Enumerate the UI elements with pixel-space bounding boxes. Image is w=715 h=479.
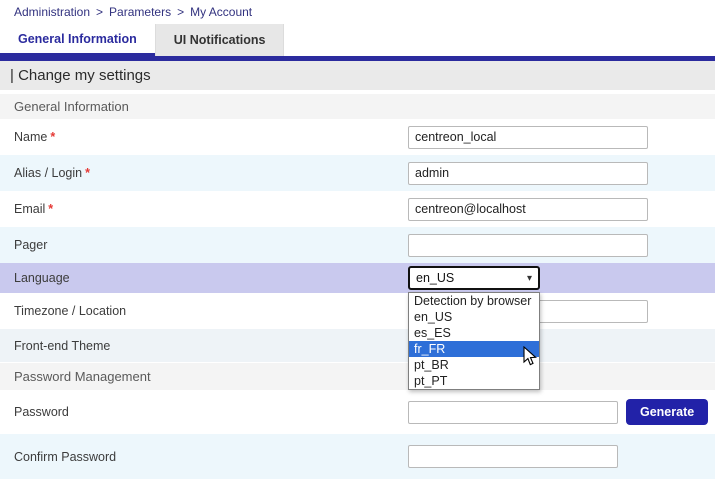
- chevron-down-icon: ▾: [527, 273, 532, 284]
- name-label: Name*: [14, 130, 408, 144]
- breadcrumb: Administration > Parameters > My Account: [0, 0, 715, 24]
- confirm-password-input[interactable]: [408, 445, 618, 468]
- pager-label: Pager: [14, 238, 408, 252]
- field-row-email: Email*: [0, 191, 715, 227]
- field-label-text: Email: [14, 202, 45, 216]
- page-title: | Change my settings: [0, 61, 715, 90]
- field-label-text: Timezone / Location: [14, 304, 126, 318]
- alias-input[interactable]: [408, 162, 648, 185]
- email-label: Email*: [14, 202, 408, 216]
- field-row-name: Name*: [0, 119, 715, 155]
- field-label-text: Language: [14, 271, 70, 285]
- field-label-text: Confirm Password: [14, 450, 116, 464]
- breadcrumb-administration[interactable]: Administration: [14, 5, 90, 19]
- language-select[interactable]: en_US ▾: [408, 266, 540, 290]
- mouse-cursor-icon: [523, 346, 538, 367]
- required-marker: *: [48, 202, 53, 216]
- field-row-timezone: Timezone / Location: [0, 293, 715, 329]
- breadcrumb-separator: >: [96, 5, 103, 19]
- password-input[interactable]: [408, 401, 618, 424]
- tab-ui-notifications[interactable]: UI Notifications: [155, 24, 285, 56]
- field-label-text: Front-end Theme: [14, 339, 110, 353]
- language-dropdown: Detection by browser en_US es_ES fr_FR p…: [408, 292, 540, 390]
- dropdown-option-en-us[interactable]: en_US: [409, 309, 539, 325]
- tab-general-information[interactable]: General Information: [0, 24, 155, 56]
- breadcrumb-separator: >: [177, 5, 184, 19]
- field-row-alias: Alias / Login*: [0, 155, 715, 191]
- password-label: Password: [14, 405, 408, 419]
- dropdown-option-pt-br[interactable]: pt_BR: [409, 357, 539, 373]
- confirm-password-label: Confirm Password: [14, 450, 408, 464]
- field-label-text: Name: [14, 130, 47, 144]
- theme-label: Front-end Theme: [14, 339, 408, 353]
- language-label: Language: [14, 271, 408, 285]
- required-marker: *: [85, 166, 90, 180]
- dropdown-option-es-es[interactable]: es_ES: [409, 325, 539, 341]
- dropdown-option-fr-fr[interactable]: fr_FR: [409, 341, 539, 357]
- required-marker: *: [50, 130, 55, 144]
- field-label-text: Alias / Login: [14, 166, 82, 180]
- email-input[interactable]: [408, 198, 648, 221]
- dropdown-option-detection[interactable]: Detection by browser: [409, 293, 539, 309]
- breadcrumb-my-account[interactable]: My Account: [190, 5, 252, 19]
- field-row-pager: Pager: [0, 227, 715, 263]
- field-row-confirm-password: Confirm Password: [0, 434, 715, 479]
- timezone-label: Timezone / Location: [14, 304, 408, 318]
- field-row-language: Language en_US ▾: [0, 263, 715, 293]
- alias-label: Alias / Login*: [14, 166, 408, 180]
- field-label-text: Pager: [14, 238, 47, 252]
- my-account-page: Administration > Parameters > My Account…: [0, 0, 715, 479]
- section-general-information: General Information: [0, 93, 715, 119]
- field-row-theme: Front-end Theme: [0, 329, 715, 362]
- dropdown-option-pt-pt[interactable]: pt_PT: [409, 373, 539, 389]
- breadcrumb-parameters[interactable]: Parameters: [109, 5, 171, 19]
- tab-bar: General Information UI Notifications: [0, 24, 715, 56]
- language-selected-value: en_US: [416, 271, 454, 285]
- pager-input[interactable]: [408, 234, 648, 257]
- generate-button[interactable]: Generate: [626, 399, 708, 425]
- name-input[interactable]: [408, 126, 648, 149]
- section-password-management: Password Management: [0, 362, 715, 390]
- field-row-password: Password Generate: [0, 390, 715, 434]
- field-label-text: Password: [14, 405, 69, 419]
